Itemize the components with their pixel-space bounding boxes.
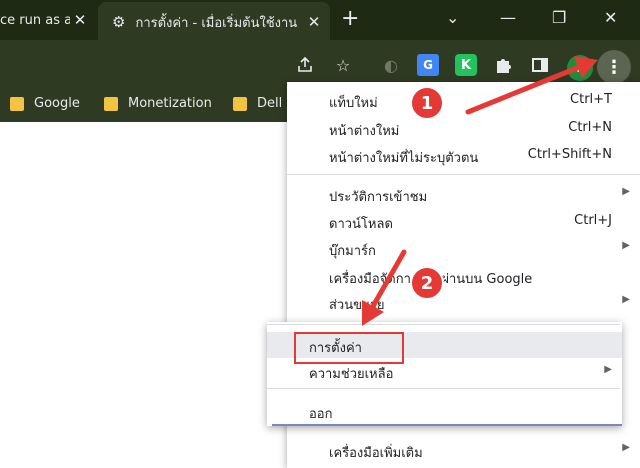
step-badge-2: 2 [410,266,444,300]
step-badge-1: 1 [410,86,444,120]
arrow-to-menu-icon [465,56,598,115]
annotation-arrows [362,56,598,326]
arrow-to-settings-icon [362,249,407,326]
